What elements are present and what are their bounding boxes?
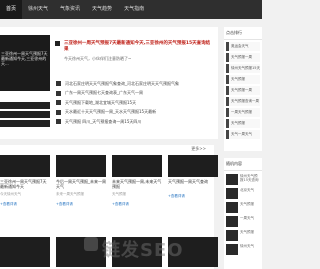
ranking-item[interactable]: 一周天气预报 (226, 108, 260, 117)
feature-carousel[interactable]: 三亚徐州一周天气预报7天最新通知今天,三亚徐州的天... (0, 35, 50, 91)
ranking-item[interactable]: 天气预报 (226, 75, 260, 84)
ranking-item[interactable]: 天气预报 (226, 119, 260, 128)
thumbnail-image (226, 188, 238, 199)
news-list: 河北石家庄明天天气预报气象查询_河北石家庄明天天气预报气象 广东一周天气预报七天… (56, 79, 216, 127)
card-image (0, 155, 50, 177)
card-title[interactable]: 今后一周天气预报_未来一周天气 (56, 179, 106, 189)
random-item[interactable]: 天气预报 (226, 202, 260, 213)
card-row: 三亚徐州一周天气预报7天最新通知今天 今天徐州天气 +查看详请 今后一周天气预报… (0, 155, 218, 207)
main-nav: 首页 徐州天气 气象资讯 天气趋势 天气指南 (0, 0, 150, 19)
bullet-icon (56, 119, 61, 125)
card-title[interactable]: 未来天气预报一周,未来天气预报 (112, 179, 162, 189)
nav-home[interactable]: 首页 (0, 0, 23, 19)
thumbnail-image (226, 244, 238, 255)
thumbnail-image (226, 174, 238, 185)
thumb-row[interactable] (0, 111, 50, 118)
watermark-text: 链发SEO (102, 240, 184, 261)
bullet-icon (56, 81, 61, 87)
bullet-icon (56, 90, 61, 96)
card-detail-button[interactable]: +查看详请 (56, 202, 106, 207)
news-item[interactable]: 天气预报下载地_湖北宜城天气预报15天 (56, 98, 216, 108)
random-item[interactable]: 徐州天气预报15天查询 (226, 174, 260, 185)
card-image[interactable] (56, 237, 106, 267)
nav-weather-trend[interactable]: 天气趋势 (86, 0, 118, 19)
ranking-item[interactable]: 徐州天气预报15天 (226, 64, 260, 73)
card-image (168, 155, 218, 177)
nav-weather-guide[interactable]: 天气指南 (118, 0, 150, 19)
random-item[interactable]: 北京天气 (226, 188, 260, 199)
card-image (56, 155, 106, 177)
news-item[interactable]: 天气预报 四川_天气预报查询一周15天四川 (56, 117, 216, 127)
ranking-item[interactable]: 天气一周天气 (226, 130, 260, 139)
article-card[interactable]: 三亚徐州一周天气预报7天最新通知今天 今天徐州天气 +查看详请 (0, 155, 50, 207)
card-image[interactable] (0, 237, 50, 267)
card-grid-header: 更多>> (0, 145, 214, 153)
top-nav-bar: 首页 徐州天气 气象资讯 天气趋势 天气指南 (0, 0, 262, 19)
left-thumbnail-list (0, 102, 50, 129)
thumb-row[interactable] (0, 102, 50, 109)
thumbnail-image (226, 216, 238, 227)
article-card[interactable]: 天气预报一周天气查询 +查看详请 (168, 155, 218, 207)
card-detail-button[interactable]: +查看详请 (0, 202, 50, 207)
ranking-item[interactable]: 奥运会天气 (226, 42, 260, 51)
card-image (112, 155, 162, 177)
news-item[interactable]: 广东一周天气预报七天查询表_广东天气一周 (56, 89, 216, 99)
article-card[interactable]: 未来天气预报一周,未来天气预报 天气预报 +查看详请 (112, 155, 162, 207)
ranking-item[interactable]: 天气预报查询一周 (226, 97, 260, 106)
card-desc: 今天徐州天气 (0, 192, 21, 196)
sidebar-random: 随机内容 徐州天气预报15天查询 北京天气 天气预报 一周天气 天气预报 徐州天… (224, 158, 262, 269)
feature-title-link[interactable]: 三亚徐州一周天气预报7天最新通知今天,三亚徐州的天气预报15天查询结果 (64, 41, 214, 53)
random-item[interactable]: 一周天气 (226, 216, 260, 227)
card-title[interactable]: 三亚徐州一周天气预报7天最新通知今天 (0, 179, 50, 189)
feature-bullet (55, 41, 60, 46)
card-desc: 未来一周天气预报 (56, 192, 84, 196)
thumbnail-image (226, 230, 238, 241)
sidebar-ranking-title: 点击排行 (224, 27, 262, 40)
nav-weather-news[interactable]: 气象资讯 (54, 0, 86, 19)
carousel-caption: 三亚徐州一周天气预报7天最新通知今天,三亚徐州的天... (1, 51, 48, 66)
nav-xuzhou-weather[interactable]: 徐州天气 (22, 0, 54, 19)
sidebar-ranking: 点击排行 奥运会天气 天气预报一周 徐州天气预报15天 天气预报 天气预报一周 … (224, 27, 262, 151)
thumbnail-image (226, 202, 238, 213)
sidebar-random-title: 随机内容 (224, 158, 262, 171)
watermark-logo-icon (84, 237, 98, 251)
card-desc: 天气预报 (112, 192, 126, 196)
ranking-item[interactable]: 天气预报一周 (226, 86, 260, 95)
card-detail-button[interactable]: +查看详请 (168, 194, 218, 199)
bullet-icon (56, 100, 61, 106)
article-card[interactable]: 今后一周天气预报_未来一周天气 未来一周天气预报 +查看详请 (56, 155, 106, 207)
feature-description: 今天徐州天气，小伙伴们注意防晒了~ (64, 56, 132, 61)
news-item[interactable]: 河北石家庄明天天气预报气象查询_河北石家庄明天天气预报气象 (56, 79, 216, 89)
card-title[interactable]: 天气预报一周天气查询 (168, 179, 218, 189)
card-detail-button[interactable]: +查看详请 (112, 202, 162, 207)
random-item[interactable]: 徐州天气 (226, 244, 260, 255)
random-item[interactable]: 天气预报 (226, 230, 260, 241)
thumb-row[interactable] (0, 120, 50, 127)
ranking-item[interactable]: 天气预报一周 (226, 53, 260, 62)
bullet-icon (56, 109, 61, 115)
news-item[interactable]: 天水最近十天天气预报一周_天水天气预报15天最新 (56, 108, 216, 118)
more-link[interactable]: 更多>> (191, 146, 206, 152)
